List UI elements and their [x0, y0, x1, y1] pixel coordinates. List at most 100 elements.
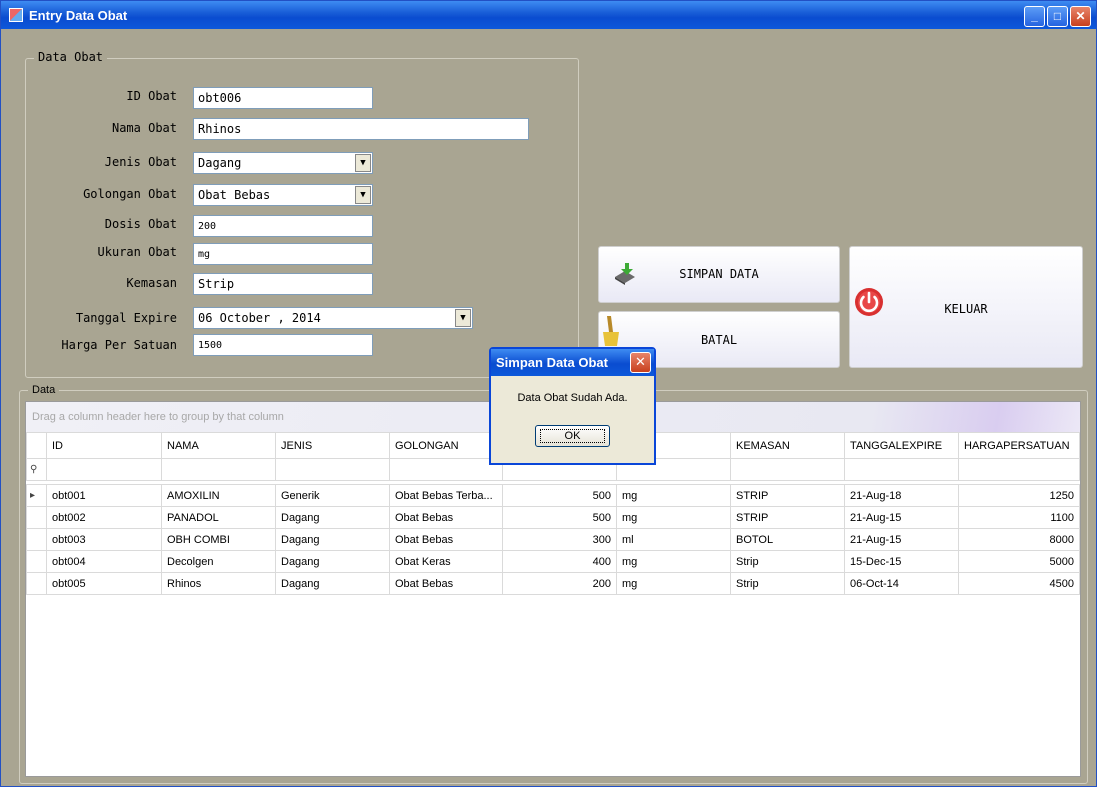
cell-ukuran[interactable]: mg: [616, 550, 731, 573]
tanggal-expire-picker[interactable]: 06 October , 2014 ▼: [193, 307, 473, 329]
cell-ukuran[interactable]: mg: [616, 506, 731, 529]
ok-button[interactable]: OK: [535, 425, 610, 447]
col-header-id[interactable]: ID: [46, 432, 162, 459]
id-obat-field[interactable]: obt006: [193, 87, 373, 109]
cell-harga[interactable]: 1250: [958, 484, 1080, 507]
cell-golongan[interactable]: Obat Keras: [389, 550, 503, 573]
cell-golongan[interactable]: Obat Bebas: [389, 528, 503, 551]
cell-kemasan[interactable]: Strip: [730, 572, 845, 595]
cell-nama[interactable]: Decolgen: [161, 550, 276, 573]
cell-id[interactable]: obt004: [46, 550, 162, 573]
jenis-obat-value: Dagang: [198, 156, 242, 170]
table-row[interactable]: obt005 Rhinos Dagang Obat Bebas 200 mg S…: [26, 572, 1080, 595]
jenis-obat-select[interactable]: Dagang ▼: [193, 152, 373, 174]
golongan-obat-select[interactable]: Obat Bebas ▼: [193, 184, 373, 206]
cell-id[interactable]: obt003: [46, 528, 162, 551]
cell-nama[interactable]: OBH COMBI: [161, 528, 276, 551]
cell-kemasan[interactable]: BOTOL: [730, 528, 845, 551]
cell-golongan[interactable]: Obat Bebas Terba...: [389, 484, 503, 507]
keluar-button[interactable]: KELUAR: [849, 246, 1083, 368]
cell-dosis[interactable]: 200: [502, 572, 617, 595]
filter-cell[interactable]: [275, 458, 390, 481]
cell-nama[interactable]: Rhinos: [161, 572, 276, 595]
cell-tanggalexpire[interactable]: 21-Aug-18: [844, 484, 959, 507]
cell-jenis[interactable]: Dagang: [275, 506, 390, 529]
cell-nama[interactable]: PANADOL: [161, 506, 276, 529]
cell-jenis[interactable]: Dagang: [275, 528, 390, 551]
cell-id[interactable]: obt001: [46, 484, 162, 507]
cell-nama[interactable]: AMOXILIN: [161, 484, 276, 507]
col-header-golongan[interactable]: GOLONGAN: [389, 432, 503, 459]
cell-kemasan[interactable]: Strip: [730, 550, 845, 573]
dialog-close-icon[interactable]: ✕: [630, 352, 651, 373]
nama-obat-label: Nama Obat: [111, 121, 177, 135]
ukuran-obat-label: Ukuran Obat: [97, 245, 177, 259]
cell-kemasan[interactable]: STRIP: [730, 506, 845, 529]
filter-cell[interactable]: [389, 458, 503, 481]
jenis-obat-label: Jenis Obat: [104, 155, 177, 169]
col-header-kemasan[interactable]: KEMASAN: [730, 432, 845, 459]
tanggal-expire-label: Tanggal Expire: [75, 311, 177, 325]
cell-tanggalexpire[interactable]: 06-Oct-14: [844, 572, 959, 595]
cell-ukuran[interactable]: ml: [616, 528, 731, 551]
id-obat-label: ID Obat: [126, 89, 177, 103]
cell-id[interactable]: obt002: [46, 506, 162, 529]
cell-dosis[interactable]: 400: [502, 550, 617, 573]
window-title: Entry Data Obat: [29, 8, 128, 23]
table-row[interactable]: ▸ obt001 AMOXILIN Generik Obat Bebas Ter…: [26, 484, 1080, 507]
cell-dosis[interactable]: 500: [502, 484, 617, 507]
table-row[interactable]: obt004 Decolgen Dagang Obat Keras 400 mg…: [26, 550, 1080, 573]
filter-cell[interactable]: [958, 458, 1080, 481]
cell-golongan[interactable]: Obat Bebas: [389, 506, 503, 529]
col-header-tanggalexpire[interactable]: TANGGALEXPIRE: [844, 432, 959, 459]
cell-ukuran[interactable]: mg: [616, 572, 731, 595]
close-icon[interactable]: ✕: [1070, 6, 1091, 27]
simpan-data-button[interactable]: SIMPAN DATA: [598, 246, 840, 303]
cell-dosis[interactable]: 300: [502, 528, 617, 551]
cell-harga[interactable]: 8000: [958, 528, 1080, 551]
filter-cell[interactable]: [844, 458, 959, 481]
cell-jenis[interactable]: Dagang: [275, 572, 390, 595]
cell-kemasan[interactable]: STRIP: [730, 484, 845, 507]
chevron-down-icon[interactable]: ▼: [355, 154, 371, 172]
cell-harga[interactable]: 1100: [958, 506, 1080, 529]
maximize-icon[interactable]: □: [1047, 6, 1068, 27]
row-indicator-header: [26, 432, 47, 459]
table-row[interactable]: obt003 OBH COMBI Dagang Obat Bebas 300 m…: [26, 528, 1080, 551]
message-dialog: Simpan Data Obat ✕ Data Obat Sudah Ada. …: [489, 347, 656, 465]
current-row-arrow-icon: ▸: [26, 484, 47, 507]
harga-per-satuan-field[interactable]: 1500: [193, 334, 373, 356]
cell-jenis[interactable]: Generik: [275, 484, 390, 507]
minimize-icon[interactable]: _: [1024, 6, 1045, 27]
tanggal-expire-value: 06 October , 2014: [198, 311, 321, 325]
cell-jenis[interactable]: Dagang: [275, 550, 390, 573]
cell-harga[interactable]: 4500: [958, 572, 1080, 595]
row-indicator: [26, 550, 47, 573]
cell-tanggalexpire[interactable]: 15-Dec-15: [844, 550, 959, 573]
dosis-obat-field[interactable]: 200: [193, 215, 373, 237]
filter-cell[interactable]: [46, 458, 162, 481]
kemasan-field[interactable]: Strip: [193, 273, 373, 295]
col-header-nama[interactable]: NAMA: [161, 432, 276, 459]
calendar-dropdown-icon[interactable]: ▼: [455, 309, 471, 327]
col-header-jenis[interactable]: JENIS: [275, 432, 390, 459]
harga-per-satuan-label: Harga Per Satuan: [61, 338, 177, 352]
ukuran-obat-field[interactable]: mg: [193, 243, 373, 265]
cell-tanggalexpire[interactable]: 21-Aug-15: [844, 528, 959, 551]
cell-tanggalexpire[interactable]: 21-Aug-15: [844, 506, 959, 529]
cell-id[interactable]: obt005: [46, 572, 162, 595]
cell-dosis[interactable]: 500: [502, 506, 617, 529]
cell-golongan[interactable]: Obat Bebas: [389, 572, 503, 595]
filter-cell[interactable]: [730, 458, 845, 481]
cell-ukuran[interactable]: mg: [616, 484, 731, 507]
batal-label: BATAL: [700, 333, 738, 347]
title-bar: Entry Data Obat _ □ ✕: [1, 1, 1096, 29]
table-row[interactable]: obt002 PANADOL Dagang Obat Bebas 500 mg …: [26, 506, 1080, 529]
filter-cell[interactable]: [161, 458, 276, 481]
keluar-label: KELUAR: [944, 302, 988, 316]
simpan-data-label: SIMPAN DATA: [679, 267, 759, 281]
col-header-hargapersatuan[interactable]: HARGAPERSATUAN: [958, 432, 1080, 459]
nama-obat-field[interactable]: Rhinos: [193, 118, 529, 140]
chevron-down-icon[interactable]: ▼: [355, 186, 371, 204]
cell-harga[interactable]: 5000: [958, 550, 1080, 573]
